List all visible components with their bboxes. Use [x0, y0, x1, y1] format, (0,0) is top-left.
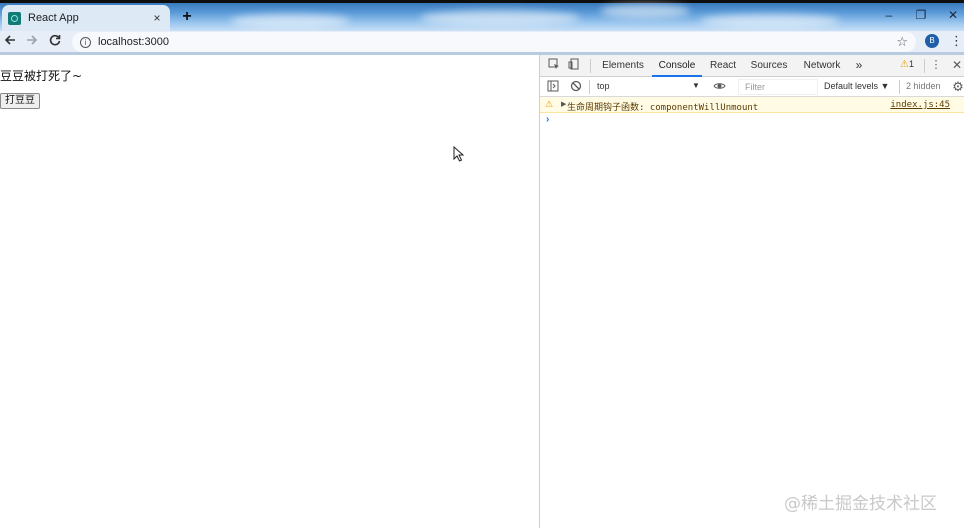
warning-icon: ⚠ — [900, 59, 909, 70]
profile-avatar[interactable]: B — [925, 34, 939, 48]
browser-toolbar: i localhost:3000 ☆ B ⋮ — [0, 31, 964, 52]
clear-console-icon[interactable] — [569, 80, 583, 94]
devtools-close-icon[interactable]: ✕ — [950, 58, 964, 72]
console-warning-row[interactable]: ⚠ ▶ 生命周期钩子函数: componentWillUnmount index… — [540, 97, 964, 113]
bookmark-star-icon[interactable]: ☆ — [896, 34, 908, 50]
url-text: localhost:3000 — [98, 36, 169, 48]
warning-value: componentWillUnmount — [649, 103, 759, 113]
site-info-icon[interactable]: i — [80, 36, 91, 48]
browser-titlebar: React App × + – ❐ ✕ — [0, 0, 964, 31]
warning-count: 1 — [908, 59, 914, 69]
browser-menu-icon[interactable]: ⋮ — [950, 33, 963, 49]
back-arrow-icon[interactable] — [2, 33, 18, 49]
live-expression-eye-icon[interactable] — [712, 80, 726, 94]
console-prompt-icon[interactable]: › — [546, 114, 549, 125]
tab-close-icon[interactable]: × — [150, 11, 164, 25]
expand-triangle-icon[interactable]: ▶ — [561, 100, 566, 108]
hidden-count: 2 hidden — [906, 81, 941, 91]
mouse-cursor-icon — [453, 145, 465, 167]
toolbar-divider — [589, 80, 590, 94]
inspect-element-icon[interactable] — [547, 58, 561, 72]
sidebar-toggle-icon[interactable] — [546, 80, 560, 94]
page-viewport: 豆豆被打死了~ 打豆豆 — [0, 55, 539, 528]
react-favicon-icon — [8, 11, 21, 25]
restore-button[interactable]: ❐ — [910, 7, 932, 23]
devtools-panel: Elements Console React Sources Network »… — [539, 55, 964, 528]
sky-cloud — [420, 10, 580, 26]
tab-divider — [590, 59, 591, 73]
reload-icon[interactable] — [47, 33, 63, 49]
hit-doudou-button[interactable]: 打豆豆 — [0, 93, 40, 109]
titlebar-top-edge — [0, 0, 964, 3]
sky-cloud — [230, 14, 350, 28]
log-levels-dropdown[interactable]: Default levels ▼ — [824, 81, 889, 91]
tab-console[interactable]: Console — [652, 55, 702, 77]
warning-counter[interactable]: ⚠1 — [900, 59, 914, 70]
tab-elements[interactable]: Elements — [598, 55, 648, 77]
tab-network[interactable]: Network — [798, 55, 846, 77]
warning-label: 生命周期钩子函数: — [567, 103, 645, 113]
forward-arrow-icon[interactable] — [24, 33, 40, 49]
sky-cloud — [700, 14, 840, 28]
more-tabs-icon[interactable]: » — [852, 55, 866, 77]
address-bar[interactable]: i localhost:3000 ☆ — [72, 32, 916, 52]
context-select[interactable]: top — [597, 81, 701, 91]
browser-tab[interactable]: React App × — [2, 5, 170, 31]
warning-icon: ⚠ — [545, 99, 554, 109]
watermark-text: @稀土掘金技术社区 — [784, 494, 937, 514]
warning-source-link[interactable]: index.js:45 — [890, 100, 950, 110]
devtools-tabbar: Elements Console React Sources Network »… — [540, 55, 964, 77]
devtools-menu-icon[interactable]: ⋮ — [929, 58, 943, 72]
window-close-button[interactable]: ✕ — [942, 7, 964, 23]
console-settings-gear-icon[interactable]: ⚙ — [951, 80, 964, 94]
warning-message: 生命周期钩子函数: componentWillUnmount — [567, 100, 758, 113]
console-filter-input[interactable]: Filter — [738, 79, 818, 95]
tab-react[interactable]: React — [706, 55, 740, 77]
device-toggle-icon[interactable] — [567, 58, 581, 72]
new-tab-button[interactable]: + — [178, 8, 196, 26]
minimize-button[interactable]: – — [878, 7, 900, 23]
sky-cloud — [600, 4, 690, 18]
console-toolbar: top ▼ Filter Default levels ▼ 2 hidden ⚙ — [540, 77, 964, 97]
tab-divider — [924, 59, 925, 73]
toolbar-divider — [899, 80, 900, 94]
tab-sources[interactable]: Sources — [747, 55, 791, 77]
tab-title: React App — [28, 12, 79, 24]
chevron-down-icon: ▼ — [692, 81, 700, 90]
status-text: 豆豆被打死了~ — [0, 69, 83, 83]
